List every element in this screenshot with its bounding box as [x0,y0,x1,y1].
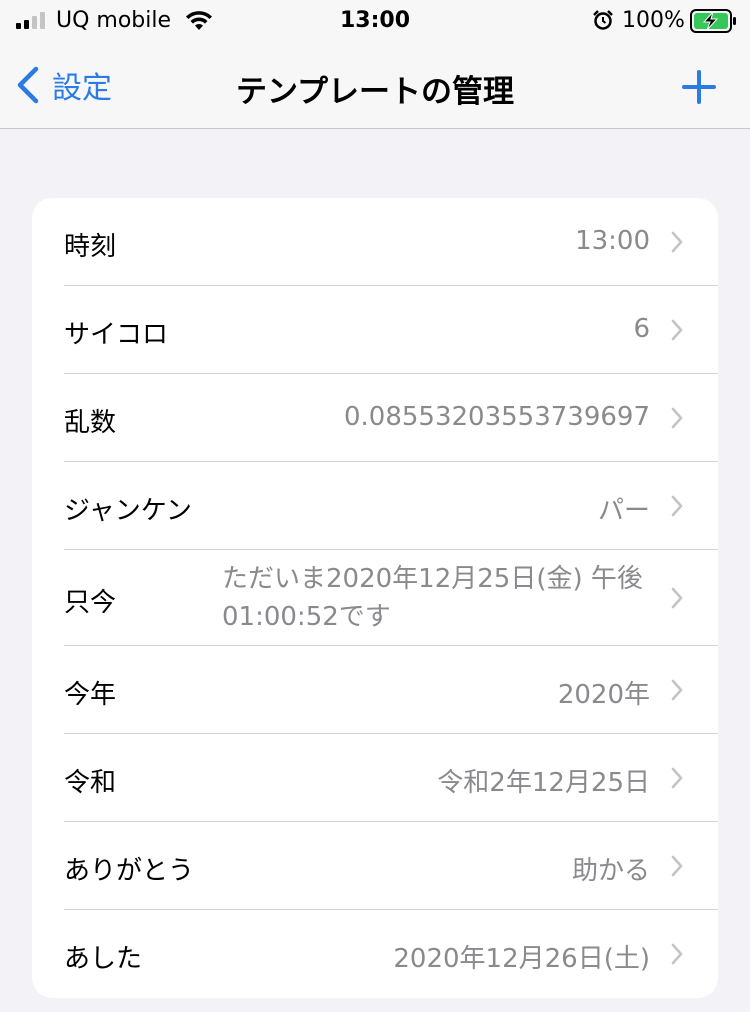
list-item-time[interactable]: 時刻 13:00 [32,198,718,286]
list-item-value-line: 01:00:52です [222,602,391,632]
list-item-value: 6 [633,314,650,344]
list-item-value: 13:00 [575,226,650,256]
list-item-label: あした [64,944,143,974]
list-item-value: 2020年12月26日(土) [393,944,650,974]
battery-percent: 100% [622,8,685,33]
list-item-tomorrow[interactable]: あした 2020年12月26日(土) [32,910,718,998]
list-item-label: 令和 [64,768,117,798]
list-item-value: パー [597,496,650,526]
list-item-value: 助かる [571,856,650,886]
list-item-value-line: ただいま2020年12月25日(金) 午後 [222,564,643,594]
list-item-value: 0.08553203553739697 [343,402,650,432]
alarm-icon [593,10,613,30]
list-item-label: サイコロ [64,320,169,350]
list-item-value: 2020年 [557,680,650,710]
chevron-right-icon [671,407,683,429]
navigation-bar: 設定 テンプレートの管理 [0,44,750,129]
list-item-label: ありがとう [64,856,195,886]
list-item-value: 令和2年12月25日 [437,768,650,798]
list-item-label: 今年 [64,680,117,710]
list-item-label: 時刻 [64,232,117,262]
template-list: 時刻 13:00 サイコロ 6 乱数 0.08553203553739697 ジ… [32,198,718,998]
chevron-right-icon [671,587,683,609]
list-item-random[interactable]: 乱数 0.08553203553739697 [32,374,718,462]
status-bar: UQ mobile 13:00 100% [0,0,750,44]
add-icon[interactable] [680,68,718,106]
list-item-label: 只今 [64,588,117,618]
list-item-janken[interactable]: ジャンケン パー [32,462,718,550]
chevron-right-icon [671,767,683,789]
chevron-right-icon [671,319,683,341]
list-item-value: ただいま2020年12月25日(金) 午後 01:00:52です [222,560,652,636]
list-item-thanks[interactable]: ありがとう 助かる [32,822,718,910]
chevron-right-icon [671,231,683,253]
battery-charging-icon [690,9,736,33]
chevron-right-icon [671,943,683,965]
page-title: テンプレートの管理 [235,74,515,110]
list-item-now[interactable]: 只今 ただいま2020年12月25日(金) 午後 01:00:52です [32,550,718,646]
list-item-this-year[interactable]: 今年 2020年 [32,646,718,734]
list-item-label: 乱数 [64,408,117,438]
list-item-dice[interactable]: サイコロ 6 [32,286,718,374]
chevron-right-icon [671,495,683,517]
chevron-right-icon [671,855,683,877]
chevron-right-icon [671,679,683,701]
list-item-label: ジャンケン [64,496,192,526]
list-item-reiwa[interactable]: 令和 令和2年12月25日 [32,734,718,822]
